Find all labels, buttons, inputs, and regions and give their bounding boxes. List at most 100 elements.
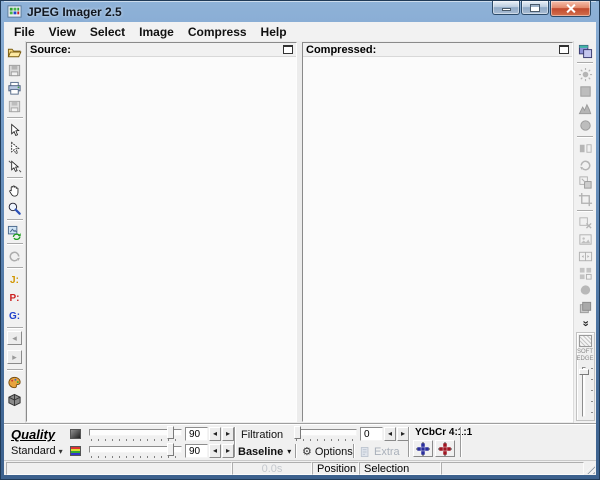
filtration-label: Filtration xyxy=(241,429,283,441)
baseline-dropdown[interactable]: Baseline ▾ xyxy=(238,444,291,459)
recompress-icon xyxy=(7,225,22,240)
compressed-panel-header: Compressed: xyxy=(303,43,572,57)
menu-file[interactable]: File xyxy=(7,24,42,40)
sampling-444-button[interactable] xyxy=(435,440,455,457)
soft-edge-label-line1: SOFT xyxy=(577,349,594,356)
package-button[interactable] xyxy=(5,391,25,409)
status-timer: 0.0s xyxy=(262,463,283,475)
soft-edge-slider[interactable] xyxy=(578,366,593,418)
grayscale-quality-slider[interactable] xyxy=(89,426,182,441)
menu-compress[interactable]: Compress xyxy=(181,24,254,40)
color-quality-slider[interactable] xyxy=(89,443,182,458)
clear-selection-button[interactable] xyxy=(575,214,595,231)
gif-format-button[interactable]: G: xyxy=(5,307,25,325)
soft-edge-pattern-icon[interactable] xyxy=(579,335,592,347)
circle-select-button[interactable] xyxy=(575,117,595,134)
color-fill-button[interactable] xyxy=(575,83,595,100)
recompress-button[interactable] xyxy=(5,223,25,241)
brightness-button[interactable] xyxy=(575,66,595,83)
sampling-411-button[interactable] xyxy=(413,440,433,457)
feather-button[interactable] xyxy=(575,282,595,299)
quality-preset-dropdown[interactable]: Standard ▾ xyxy=(11,445,63,457)
histogram-button[interactable] xyxy=(575,100,595,117)
copy-compressed-button[interactable] xyxy=(575,43,595,60)
history-forward-button[interactable]: ▸ xyxy=(7,350,22,364)
hand-pan-button[interactable] xyxy=(5,181,25,199)
color-quality-increment[interactable]: ▸ xyxy=(222,444,234,458)
select-freehand-button[interactable] xyxy=(5,139,25,157)
right-toolbar: » SOFT EDGE xyxy=(573,41,596,423)
resize-grip[interactable] xyxy=(584,463,595,474)
toolbar-separator xyxy=(577,62,593,64)
extra-icon xyxy=(359,446,371,458)
extra-button[interactable]: Extra xyxy=(359,444,400,459)
grayscale-quality-increment[interactable]: ▸ xyxy=(222,427,234,441)
png-format-icon: P: xyxy=(10,293,20,304)
color-quality-spinbox: 90 ◂ ▸ xyxy=(185,444,234,458)
compression-controls: Quality Standard ▾ 90 ◂ xyxy=(4,423,596,460)
rotate-button[interactable] xyxy=(5,247,25,265)
palette-button[interactable] xyxy=(5,373,25,391)
status-selection-cell: Selection xyxy=(359,462,441,475)
crop-button[interactable] xyxy=(575,191,595,208)
minimize-button[interactable] xyxy=(492,1,520,15)
app-icon xyxy=(7,4,22,19)
menu-view[interactable]: View xyxy=(42,24,83,40)
save-as-button[interactable] xyxy=(5,97,25,115)
grayscale-quality-value[interactable]: 90 xyxy=(185,427,208,441)
split-view-icon xyxy=(578,249,593,264)
options-button[interactable]: ⚙ Options xyxy=(302,444,353,459)
color-quality-decrement[interactable]: ◂ xyxy=(209,444,221,458)
zoom-icon xyxy=(7,201,22,216)
open-file-button[interactable] xyxy=(5,43,25,61)
history-forward-icon: ▸ xyxy=(12,353,17,362)
close-button[interactable] xyxy=(550,1,591,17)
resize-button[interactable] xyxy=(575,174,595,191)
source-viewport[interactable] xyxy=(27,57,296,421)
menu-select[interactable]: Select xyxy=(83,24,132,40)
filtration-slider[interactable] xyxy=(294,426,357,441)
grayscale-slider-thumb[interactable] xyxy=(167,426,174,439)
menu-image[interactable]: Image xyxy=(132,24,181,40)
layers-button[interactable] xyxy=(575,299,595,316)
titlebar[interactable]: JPEG Imager 2.5 xyxy=(4,1,596,22)
maximize-button[interactable] xyxy=(521,1,549,15)
split-view-button[interactable] xyxy=(575,248,595,265)
rotate-right-button[interactable] xyxy=(575,157,595,174)
color-slider-thumb[interactable] xyxy=(167,443,174,456)
select-wand-button[interactable] xyxy=(5,157,25,175)
save-button[interactable] xyxy=(5,61,25,79)
flip-button[interactable] xyxy=(575,140,595,157)
status-position-cell: Position xyxy=(312,462,359,475)
filtration-decrement[interactable]: ◂ xyxy=(384,427,396,441)
toolbar-separator xyxy=(577,210,593,212)
more-chevrons-icon: » xyxy=(580,320,591,326)
compressed-maximize-button[interactable] xyxy=(559,45,569,54)
minimize-icon xyxy=(502,8,511,11)
select-rect-button[interactable] xyxy=(5,121,25,139)
package-icon xyxy=(7,393,22,408)
grayscale-quality-decrement[interactable]: ◂ xyxy=(209,427,221,441)
source-panel: Source: xyxy=(26,42,297,422)
grayscale-slider-ticks xyxy=(91,439,180,441)
print-button[interactable] xyxy=(5,79,25,97)
source-maximize-button[interactable] xyxy=(283,45,293,54)
spin-left-icon: ◂ xyxy=(388,430,392,438)
history-back-button[interactable]: ◂ xyxy=(7,331,22,345)
zoom-button[interactable] xyxy=(5,199,25,217)
png-format-button[interactable]: P: xyxy=(5,289,25,307)
status-extra-cell xyxy=(441,462,584,475)
soft-edge-slider-thumb[interactable] xyxy=(579,369,589,375)
jpeg-format-button[interactable]: J: xyxy=(5,271,25,289)
sampling-red-icon xyxy=(438,442,452,456)
image-button[interactable] xyxy=(575,231,595,248)
filtration-slider-thumb[interactable] xyxy=(294,426,301,439)
filtration-value[interactable]: 0 xyxy=(360,427,383,441)
menu-help[interactable]: Help xyxy=(254,24,294,40)
gif-format-icon: G: xyxy=(9,311,20,322)
color-quality-value[interactable]: 90 xyxy=(185,444,208,458)
sampling-blue-icon xyxy=(416,442,430,456)
tiles-button[interactable] xyxy=(575,265,595,282)
more-tools-button[interactable]: » xyxy=(575,316,595,330)
compressed-viewport[interactable] xyxy=(303,57,572,421)
